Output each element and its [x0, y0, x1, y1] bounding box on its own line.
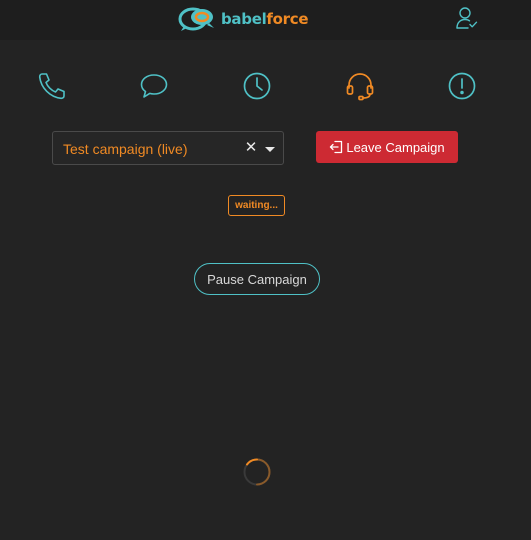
pause-campaign-button[interactable]: Pause Campaign: [194, 263, 320, 295]
clock-icon[interactable]: [242, 71, 272, 101]
loading-spinner-icon: [242, 457, 272, 487]
logo-text: babelforce: [221, 10, 309, 28]
leave-campaign-label: Leave Campaign: [346, 139, 445, 155]
chevron-down-icon[interactable]: [265, 147, 275, 152]
status-badge: waiting...: [228, 195, 285, 216]
phone-icon[interactable]: [37, 71, 67, 101]
speech-bubbles-logo-icon: [178, 7, 214, 31]
sign-out-icon: [330, 140, 343, 154]
babelforce-logo: babelforce: [178, 4, 309, 34]
logo-text-babel: babel: [221, 10, 267, 28]
campaign-select-value: Test campaign (live): [63, 141, 188, 157]
pause-campaign-label: Pause Campaign: [207, 271, 307, 287]
user-check-icon[interactable]: [456, 7, 478, 29]
leave-campaign-button[interactable]: Leave Campaign: [316, 131, 458, 163]
clear-selection-icon[interactable]: ✕: [244, 140, 258, 156]
alert-icon[interactable]: [447, 71, 477, 101]
chat-bubble-icon[interactable]: [139, 71, 169, 101]
top-bar: babelforce: [0, 0, 531, 40]
campaign-select[interactable]: Test campaign (live) ✕: [52, 131, 284, 165]
app-root: babelforce Test campaign (live) ✕ Leave …: [0, 0, 531, 540]
headset-icon[interactable]: [345, 71, 375, 101]
status-badge-text: waiting...: [235, 200, 278, 211]
logo-text-force: force: [266, 10, 309, 28]
